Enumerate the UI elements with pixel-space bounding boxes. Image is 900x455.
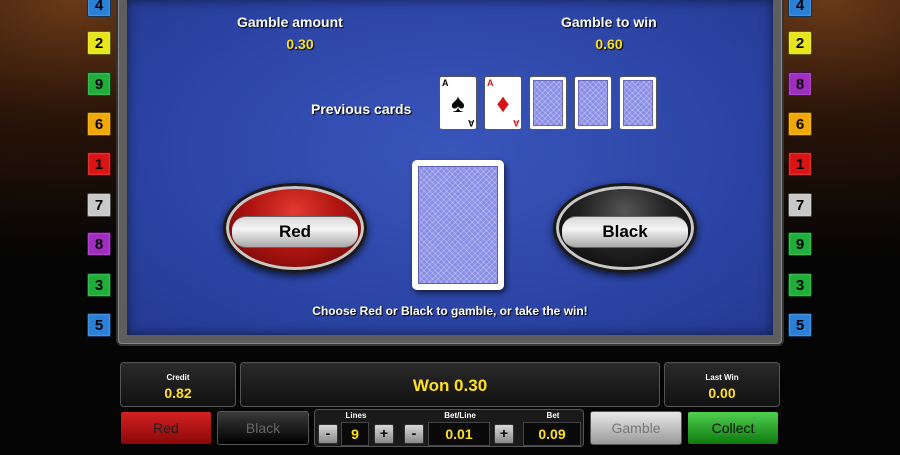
left-line-badge: 5 [87, 313, 111, 337]
right-line-badge: 3 [788, 273, 812, 297]
left-line-badge: 4 [87, 0, 111, 17]
previous-cards-label: Previous cards [311, 101, 412, 117]
lines-label: Lines [345, 411, 367, 420]
last-win-panel: Last Win 0.00 [664, 362, 780, 407]
left-line-badge: 1 [87, 152, 111, 176]
previous-card-back [619, 76, 657, 130]
left-line-badge: 9 [87, 72, 111, 96]
black-choice-button[interactable]: Black [553, 183, 697, 273]
last-win-label: Last Win [705, 373, 739, 382]
lines-minus-button[interactable]: - [318, 424, 338, 444]
gamble-to-win-label: Gamble to win [561, 14, 657, 30]
gamble-button[interactable]: Gamble [590, 411, 682, 445]
gamble-amount-value: 0.30 [286, 36, 314, 52]
left-line-badge: 3 [87, 273, 111, 297]
gamble-to-win-value: 0.60 [595, 36, 623, 52]
right-line-badge: 5 [788, 313, 812, 337]
left-line-badge: 8 [87, 232, 111, 256]
win-message-panel: Won 0.30 [240, 362, 660, 407]
previous-card: A ♦ A [484, 76, 522, 130]
gamble-board: Gamble amount 0.30 Gamble to win 0.60 Pr… [118, 0, 782, 344]
lines-plus-button[interactable]: + [374, 424, 394, 444]
gamble-felt: Gamble amount 0.30 Gamble to win 0.60 Pr… [127, 0, 773, 335]
won-text: Won 0.30 [412, 376, 488, 395]
collect-button[interactable]: Collect [687, 411, 779, 445]
right-line-badge: 6 [788, 112, 812, 136]
right-line-badge: 9 [788, 232, 812, 256]
left-line-badge: 2 [87, 31, 111, 55]
right-line-badge: 4 [788, 0, 812, 17]
gamble-amount-label: Gamble amount [237, 14, 343, 30]
credit-value: 0.82 [164, 385, 192, 401]
red-choice-label: Red [232, 216, 358, 248]
credit-label: Credit [166, 373, 190, 382]
gamble-card-back [412, 160, 504, 290]
left-line-badge: 6 [87, 112, 111, 136]
betline-minus-button[interactable]: - [404, 424, 424, 444]
left-line-badge: 7 [87, 193, 111, 217]
lines-value: 9 [341, 422, 369, 446]
last-win-value: 0.00 [708, 385, 736, 401]
right-line-badge: 8 [788, 72, 812, 96]
red-choice-button[interactable]: Red [223, 183, 367, 273]
black-choice-label: Black [562, 216, 688, 248]
right-line-badge: 1 [788, 152, 812, 176]
instruction-message: Choose Red or Black to gamble, or take t… [312, 304, 588, 318]
bet-label: Bet [546, 411, 560, 420]
betline-label: Bet/Line [444, 411, 476, 420]
previous-card-back [529, 76, 567, 130]
credit-panel: Credit 0.82 [120, 362, 236, 407]
previous-card-back [574, 76, 612, 130]
right-line-badge: 7 [788, 193, 812, 217]
red-button[interactable]: Red [120, 411, 212, 445]
black-button[interactable]: Black [217, 411, 309, 445]
betline-plus-button[interactable]: + [494, 424, 514, 444]
bet-value: 0.09 [523, 422, 581, 446]
previous-card: A ♠ A [439, 76, 477, 130]
betline-value: 0.01 [428, 422, 490, 446]
right-line-badge: 2 [788, 31, 812, 55]
